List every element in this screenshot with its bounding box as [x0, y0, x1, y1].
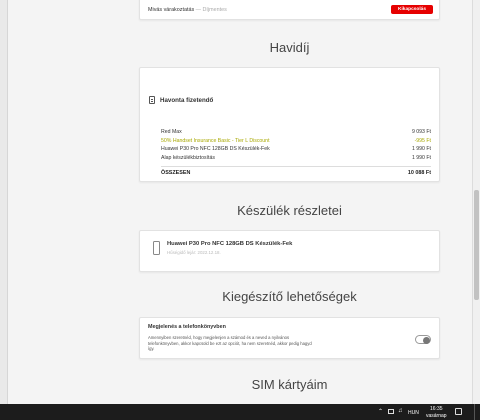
call-waiting-label: Mivás várakoztatás — [148, 7, 195, 13]
phonebook-card: Megjelenés a telefonkönyvben Amennyiben … — [139, 317, 440, 359]
monthly-card-title: Havonta fizetendő — [160, 96, 214, 104]
device-card[interactable]: Huawei P30 Pro NFC 128GB DS Készülék-Fek… — [139, 230, 440, 272]
fee-value: 1 990 Ft — [411, 154, 431, 161]
fee-row: Alap készülékbiztosítás 1 990 Ft — [161, 154, 431, 163]
fee-value: 9 093 Ft — [411, 129, 431, 135]
call-waiting-card: Mivás várakoztatás — Díjmentes Kikapcsol… — [139, 0, 440, 20]
fee-label: Huawei P30 Pro NFC 128GB DS Készülék-Fek — [161, 146, 270, 152]
fee-row: Red Max 9 093 Ft — [161, 128, 431, 137]
tray-chevron-icon[interactable]: ⌃ — [378, 408, 383, 415]
total-value: 10 088 Ft — [407, 170, 431, 176]
fee-row: Huawei P30 Pro NFC 128GB DS Készülék-Fek… — [161, 145, 431, 154]
extras-section-title: Kiegészítő lehetőségek — [222, 289, 357, 304]
fee-label: Alap készülékbiztosítás — [161, 154, 215, 161]
total-label: ÖSSZESEN — [161, 170, 191, 176]
call-waiting-status: Díjmentes — [202, 7, 227, 13]
phonebook-toggle[interactable] — [415, 335, 431, 344]
clock-time[interactable]: 16:35 — [430, 406, 443, 412]
monthly-fee-card: Havonta fizetendő Red Max 9 093 Ft 50% H… — [139, 67, 440, 182]
fee-label: 50% Handset Insurance Basic - Tier L Dis… — [161, 137, 270, 144]
notification-icon[interactable] — [455, 408, 462, 415]
page-scrollbar[interactable] — [472, 0, 480, 404]
monthly-section-title: Havidíj — [269, 40, 310, 55]
disable-button[interactable]: Kikapcsolás — [391, 5, 433, 14]
toggle-knob — [423, 336, 430, 344]
fee-value: -995 Ft — [414, 137, 431, 144]
device-name: Huawei P30 Pro NFC 128GB DS Készülék-Fek — [167, 241, 293, 247]
device-subtext: Hűségidő lejár: 2022.12.18. — [167, 250, 221, 255]
sim-section-title: SIM kártyáim — [251, 377, 328, 392]
network-icon[interactable] — [388, 409, 394, 414]
show-desktop-button[interactable] — [474, 404, 476, 420]
receipt-icon — [149, 96, 155, 104]
language-indicator[interactable]: HUN — [408, 410, 419, 416]
volume-icon[interactable]: ♫ — [398, 408, 403, 414]
fee-label: Red Max — [161, 129, 182, 135]
clock-day[interactable]: vasárnap — [426, 413, 447, 419]
phone-icon — [153, 241, 160, 255]
device-section-title: Készülék részletei — [237, 203, 342, 218]
total-row: ÖSSZESEN 10 088 Ft — [161, 166, 431, 176]
phonebook-description: Amennyiben szeretnéd, hogy megjelenjen a… — [148, 335, 312, 352]
fee-row-discount: 50% Handset Insurance Basic - Tier L Dis… — [161, 137, 431, 146]
fee-value: 1 990 Ft — [411, 146, 431, 152]
windows-taskbar: ⌃ ♫ HUN 16:35 vasárnap — [0, 404, 480, 420]
window-left-edge — [0, 0, 8, 404]
phonebook-title: Megjelenés a telefonkönyvben — [148, 324, 226, 330]
fee-list: Red Max 9 093 Ft 50% Handset Insurance B… — [161, 128, 431, 176]
scrollbar-thumb[interactable] — [474, 190, 479, 300]
